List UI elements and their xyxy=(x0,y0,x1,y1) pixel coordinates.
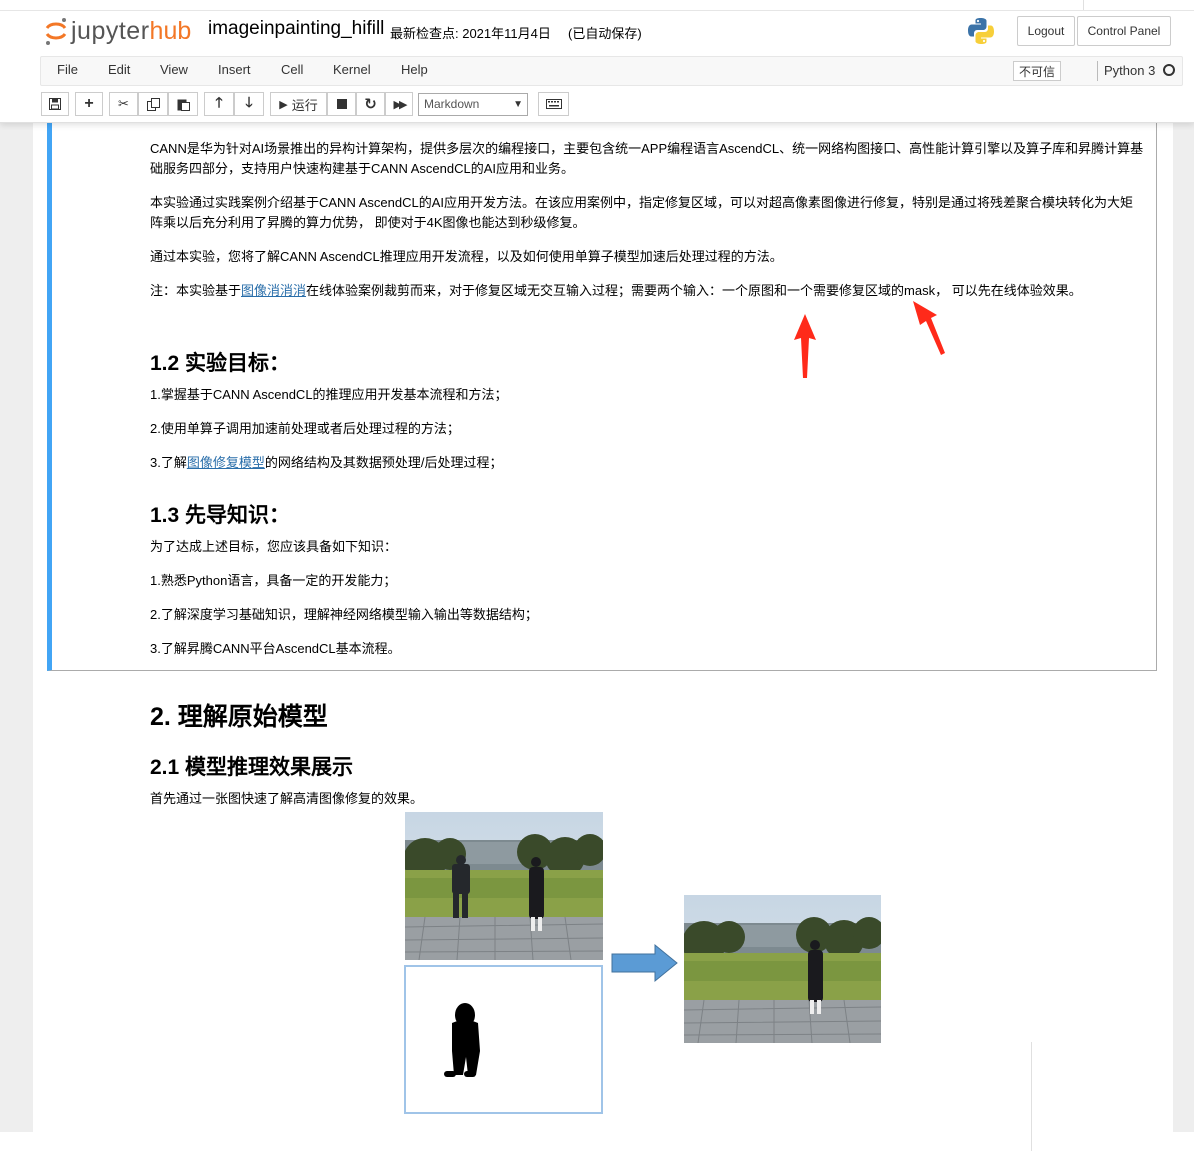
menu-insert[interactable]: Insert xyxy=(218,62,251,77)
cell-type-select[interactable]: Markdown ▼ xyxy=(418,93,528,116)
red-arrow-icon xyxy=(913,301,945,355)
original-photo xyxy=(405,812,603,960)
result-photo xyxy=(684,895,881,1043)
paste-button[interactable] xyxy=(168,92,198,116)
logo-text: jupyter xyxy=(71,16,150,45)
prereq-item-2: 2.了解深度学习基础知识，理解神经网络模型输入输出等数据结构； xyxy=(150,607,538,622)
divider xyxy=(1083,0,1084,10)
menu-file[interactable]: File xyxy=(57,62,78,77)
kernel-name: Python 3 xyxy=(1104,63,1156,78)
divider xyxy=(1031,1042,1032,1151)
cut-button[interactable]: ✂ xyxy=(109,92,138,116)
plus-icon: + xyxy=(84,95,94,112)
goal3-suffix: 的网络结构及其数据预处理/后处理过程； xyxy=(264,455,503,470)
python-logo-icon xyxy=(968,18,994,44)
image-erase-link[interactable]: 图像消消消 xyxy=(241,283,306,298)
kernel-idle-icon xyxy=(1163,64,1175,76)
figure-intro: 首先通过一张图快速了解高清图像修复的效果。 xyxy=(150,791,424,806)
note-prefix: 注：本实验基于 xyxy=(150,283,242,298)
jupyter-logo-icon xyxy=(45,18,67,45)
goal-item-2: 2.使用单算子调用加速前处理或者后处理过程的方法； xyxy=(150,421,460,436)
logo-hub-text: hub xyxy=(149,16,192,45)
jupyterhub-logo[interactable]: jupyter hub xyxy=(44,14,191,48)
mask-silhouette-icon xyxy=(444,1003,480,1077)
notebook-header: jupyter hub imageinpainting_hifill 最新检查点:… xyxy=(0,0,1194,123)
heading-1-3: 1.3 先导知识： xyxy=(150,504,291,527)
intro-paragraph-3: 通过本实验，您将了解CANN AscendCL推理应用开发流程，以及如何使用单算… xyxy=(150,249,783,264)
prereq-item-1: 1.熟悉Python语言，具备一定的开发能力； xyxy=(150,573,397,588)
intro-note: 注：本实验基于图像消消消在线体验案例裁剪而来，对于修复区域无交互输入过程；需要两… xyxy=(150,281,1135,301)
keyboard-icon xyxy=(545,99,562,109)
menu-view[interactable]: View xyxy=(160,62,188,77)
divider xyxy=(1097,61,1098,81)
goal-item-1: 1.掌握基于CANN AscendCL的推理应用开发基本流程和方法； xyxy=(150,387,508,402)
menu-kernel[interactable]: Kernel xyxy=(333,62,371,77)
menu-cell[interactable]: Cell xyxy=(281,62,303,77)
mask-image xyxy=(404,965,603,1114)
menu-bar xyxy=(40,56,1183,86)
command-palette-button[interactable] xyxy=(538,92,569,116)
divider xyxy=(0,10,1194,11)
notebook-name[interactable]: imageinpainting_hifill xyxy=(208,18,384,40)
control-panel-button[interactable]: Control Panel xyxy=(1077,16,1171,46)
restart-run-all-button[interactable]: ▶▶ xyxy=(385,92,413,116)
restart-button[interactable]: ↻ xyxy=(356,92,385,116)
checkpoint-status: 最新检查点: 2021年11月4日 xyxy=(390,26,551,41)
fast-forward-icon: ▶▶ xyxy=(393,98,408,111)
heading-1-2: 1.2 实验目标： xyxy=(150,352,291,375)
run-button[interactable]: ▶ 运行 xyxy=(270,92,327,116)
goal-item-3: 3.了解图像修复模型的网络结构及其数据预处理/后处理过程； xyxy=(150,453,502,473)
scissors-icon: ✂ xyxy=(118,96,129,111)
inpainting-model-link[interactable]: 图像修复模型 xyxy=(187,455,265,470)
goal3-prefix: 3.了解 xyxy=(150,455,187,470)
interrupt-button[interactable] xyxy=(327,92,356,116)
prereq-intro: 为了达成上述目标，您应该具备如下知识： xyxy=(150,539,398,554)
note-suffix: 在线体验案例裁剪而来，对于修复区域无交互输入过程；需要两个输入：一个原图和一个需… xyxy=(306,283,1082,298)
chevron-down-icon: ▼ xyxy=(513,99,523,110)
heading-2: 2. 理解原始模型 xyxy=(150,703,328,731)
arrow-up-icon: 🡑 xyxy=(215,94,223,110)
trust-status-button[interactable]: 不可信 xyxy=(1013,61,1061,81)
arrow-right-icon xyxy=(611,943,678,983)
logout-button[interactable]: Logout xyxy=(1017,16,1075,46)
bottom-area xyxy=(0,1132,1194,1151)
cell-type-value: Markdown xyxy=(424,97,480,111)
autosave-status: (已自动保存) xyxy=(568,26,642,41)
insert-cell-button[interactable]: + xyxy=(75,92,103,116)
intro-paragraph-2: 本实验通过实践案例介绍基于CANN AscendCL的AI应用开发方法。在该应用… xyxy=(150,195,1133,230)
menu-edit[interactable]: Edit xyxy=(108,62,130,77)
paste-icon xyxy=(177,99,190,111)
menu-help[interactable]: Help xyxy=(401,62,428,77)
restart-icon: ↻ xyxy=(364,96,377,113)
copy-icon xyxy=(146,97,160,111)
prereq-item-3: 3.了解昇腾CANN平台AscendCL基本流程。 xyxy=(150,641,401,656)
play-icon: ▶ xyxy=(279,98,288,111)
copy-button[interactable] xyxy=(138,92,168,116)
intro-paragraph-1: CANN是华为针对AI场景推出的异构计算架构，提供多层次的编程接口，主要包含统一… xyxy=(150,141,1144,176)
save-button[interactable] xyxy=(41,92,69,116)
save-icon xyxy=(49,98,61,110)
run-label: 运行 xyxy=(291,97,318,113)
red-arrow-icon xyxy=(794,314,816,378)
heading-2-1: 2.1 模型推理效果展示 xyxy=(150,756,354,779)
arrow-down-icon: 🡓 xyxy=(245,94,253,110)
stop-icon xyxy=(336,99,347,109)
move-down-button[interactable]: 🡓 xyxy=(234,92,264,116)
move-up-button[interactable]: 🡑 xyxy=(204,92,234,116)
